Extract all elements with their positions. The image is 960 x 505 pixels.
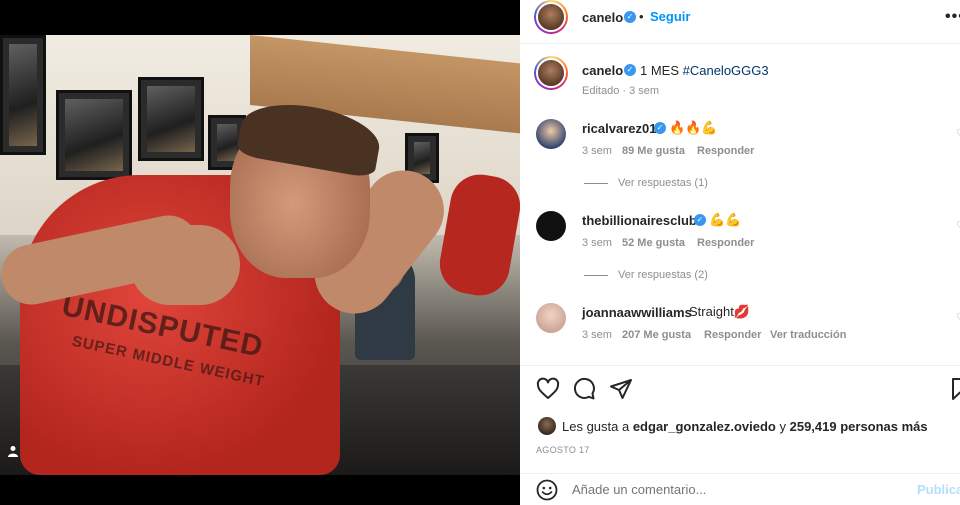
likes-summary[interactable]: Les gusta a edgar_gonzalez.oviedo y 259,… <box>538 417 928 435</box>
liker-avatar[interactable] <box>538 417 556 435</box>
photo-fist <box>130 225 240 305</box>
likes-count[interactable]: 259,419 personas más <box>790 419 928 434</box>
likes-middle: y <box>775 418 790 434</box>
caption-text: 1 MES #CaneloGGG3 <box>640 63 769 78</box>
verified-icon: ✓ <box>694 214 706 226</box>
user-tag-icon[interactable] <box>4 442 22 460</box>
post-date[interactable]: AGOSTO 17 <box>536 445 590 455</box>
follow-button[interactable]: Seguir <box>650 9 690 24</box>
view-replies-label: Ver respuestas (2) <box>618 269 708 281</box>
comment-composer: Publicar <box>520 473 960 505</box>
reply-button[interactable]: Responder <box>704 329 761 341</box>
emoji-icon[interactable] <box>536 479 558 501</box>
liker-username[interactable]: edgar_gonzalez.oviedo <box>633 419 776 434</box>
comment-likes[interactable]: 207 Me gusta <box>622 329 691 341</box>
post-info-panel: canelo ✓ • Seguir ••• canelo ✓ 1 MES #Ca… <box>520 0 960 505</box>
reply-button[interactable]: Responder <box>697 145 754 157</box>
post-photo[interactable]: UNDISPUTED SUPER MIDDLE WEIGHT <box>0 35 520 475</box>
post-comment-button[interactable]: Publicar <box>917 482 960 497</box>
photo-poster <box>0 35 46 155</box>
photo-poster <box>138 77 204 161</box>
more-options-icon[interactable]: ••• <box>945 8 960 26</box>
see-translation-button[interactable]: Ver traducción <box>770 329 846 341</box>
comment-time: 3 sem <box>582 145 612 157</box>
caption-meta: Editado · 3 sem <box>582 85 660 97</box>
like-icon[interactable] <box>536 377 560 401</box>
caption-avatar[interactable] <box>534 56 568 90</box>
view-replies-button[interactable]: Ver respuestas (2) <box>584 269 708 281</box>
caption-prefix: 1 MES <box>640 63 683 78</box>
author-avatar[interactable] <box>534 0 568 34</box>
comment-time: 3 sem <box>582 329 612 341</box>
comment-likes[interactable]: 89 Me gusta <box>622 145 685 157</box>
likes-prefix: Les gusta a <box>562 418 633 434</box>
post-header: canelo ✓ • Seguir ••• <box>520 0 960 44</box>
caption-hashtag[interactable]: #CaneloGGG3 <box>683 63 769 78</box>
comment-like-icon[interactable]: ♡ <box>956 127 960 140</box>
comment-like-icon[interactable]: ♡ <box>956 219 960 232</box>
comment-avatar[interactable] <box>536 211 566 241</box>
view-replies-button[interactable]: Ver respuestas (1) <box>584 177 708 189</box>
view-replies-label: Ver respuestas (1) <box>618 177 708 189</box>
comment-avatar[interactable] <box>536 119 566 149</box>
photo-poster <box>56 90 132 180</box>
comment-likes[interactable]: 52 Me gusta <box>622 237 685 249</box>
comment-username[interactable]: joannaawwilliams <box>582 305 692 320</box>
comment-text: 💪💪 <box>709 212 742 227</box>
verified-icon: ✓ <box>624 64 636 76</box>
replies-line <box>584 182 608 184</box>
verified-icon: ✓ <box>624 11 636 23</box>
comment-avatar[interactable] <box>536 303 566 333</box>
comment-icon[interactable] <box>572 377 596 401</box>
comment-input[interactable] <box>572 482 892 497</box>
post-media[interactable]: UNDISPUTED SUPER MIDDLE WEIGHT <box>0 0 520 505</box>
save-icon[interactable] <box>948 377 960 401</box>
comment-text: 🔥🔥💪 <box>669 120 718 135</box>
share-icon[interactable] <box>609 377 633 401</box>
comment-time: 3 sem <box>582 237 612 249</box>
comment-like-icon[interactable]: ♡ <box>956 311 960 324</box>
verified-icon: ✓ <box>654 122 666 134</box>
author-username[interactable]: canelo <box>582 10 623 25</box>
comment-text: Straight💋 <box>689 304 750 319</box>
comment-username[interactable]: thebillionairesclub <box>582 213 697 228</box>
comment-username[interactable]: ricalvarez01 <box>582 121 656 136</box>
separator-dot: • <box>639 9 644 24</box>
replies-line <box>584 274 608 276</box>
reply-button[interactable]: Responder <box>697 237 754 249</box>
caption-username[interactable]: canelo <box>582 63 623 78</box>
